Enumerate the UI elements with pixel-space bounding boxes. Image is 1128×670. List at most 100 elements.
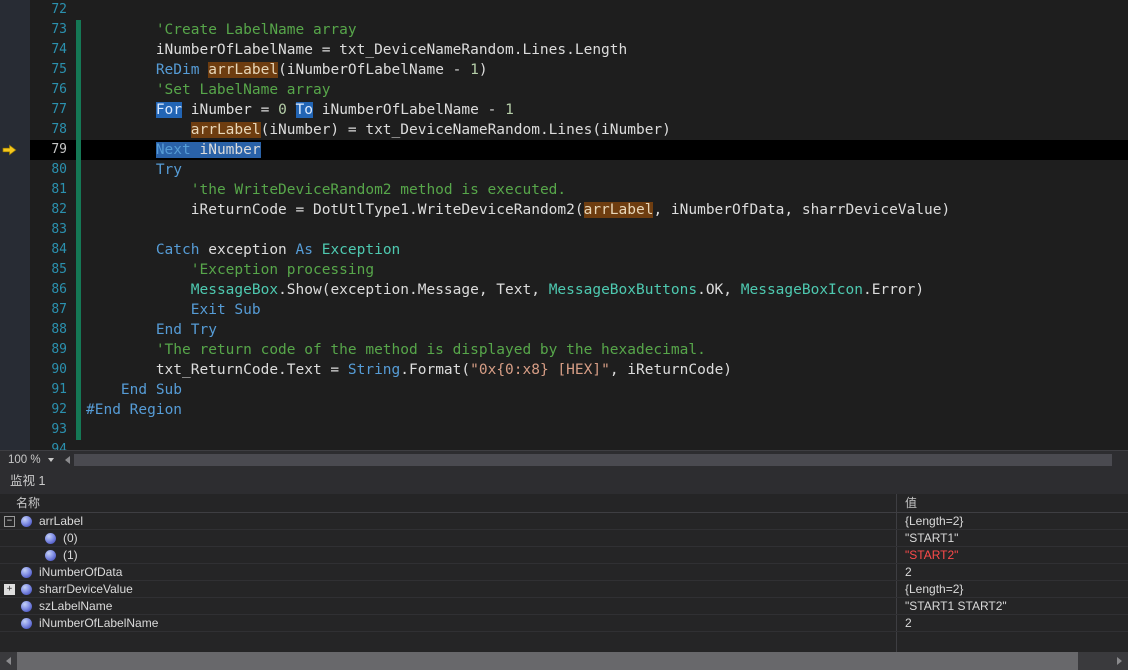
column-header-name[interactable]: 名称 — [0, 494, 897, 512]
code-token: Next — [156, 142, 191, 158]
watch-row[interactable]: iNumberOfData2 — [0, 564, 1128, 581]
watch-hscroll-track[interactable] — [17, 652, 1111, 670]
watch-value[interactable]: {Length=2} — [897, 513, 1128, 529]
code-line-92: 92#End Region — [0, 400, 1128, 420]
watch-scroll-right-button[interactable] — [1111, 652, 1128, 670]
code-token: .OK, — [697, 282, 741, 298]
code-text[interactable]: Try — [81, 160, 1128, 180]
breakpoint-margin[interactable] — [0, 80, 30, 100]
code-text[interactable] — [81, 420, 1128, 440]
watch-name: (0) — [63, 531, 78, 545]
scroll-left-button[interactable] — [60, 451, 74, 468]
code-text[interactable]: Catch exception As Exception — [81, 240, 1128, 260]
watch-name-cell[interactable]: +sharrDeviceValue — [0, 581, 897, 597]
breakpoint-margin[interactable] — [0, 160, 30, 180]
watch-hscroll-thumb[interactable] — [17, 652, 1078, 670]
code-line-91: 91End Sub — [0, 380, 1128, 400]
code-line-81: 81'the WriteDeviceRandom2 method is exec… — [0, 180, 1128, 200]
code-text[interactable]: For iNumber = 0 To iNumberOfLabelName - … — [81, 100, 1128, 120]
watch-row[interactable]: szLabelName"START1 START2" — [0, 598, 1128, 615]
code-text[interactable]: End Try — [81, 320, 1128, 340]
expand-icon[interactable]: + — [4, 584, 15, 595]
code-editor: 7273'Create LabelName array74iNumberOfLa… — [0, 0, 1128, 450]
breakpoint-margin[interactable] — [0, 320, 30, 340]
code-text[interactable]: iReturnCode = DotUtlType1.WriteDeviceRan… — [81, 200, 1128, 220]
editor-hscroll-thumb[interactable] — [74, 454, 1112, 466]
breakpoint-margin[interactable] — [0, 260, 30, 280]
code-text[interactable]: arrLabel(iNumber) = txt_DeviceNameRandom… — [81, 120, 1128, 140]
watch-value[interactable]: 2 — [897, 564, 1128, 580]
breakpoint-margin[interactable] — [0, 100, 30, 120]
code-text[interactable]: 'Set LabelName array — [81, 80, 1128, 100]
code-token: , iReturnCode) — [610, 362, 732, 378]
code-text[interactable]: MessageBox.Show(exception.Message, Text,… — [81, 280, 1128, 300]
zoom-control[interactable]: 100 % — [0, 451, 60, 468]
watch-row[interactable]: −arrLabel{Length=2} — [0, 513, 1128, 530]
breakpoint-margin[interactable] — [0, 0, 30, 20]
code-text[interactable]: End Sub — [81, 380, 1128, 400]
code-text[interactable] — [81, 220, 1128, 240]
breakpoint-margin[interactable] — [0, 360, 30, 380]
breakpoint-margin[interactable] — [0, 20, 30, 40]
column-header-value[interactable]: 值 — [897, 494, 1128, 512]
breakpoint-margin[interactable] — [0, 120, 30, 140]
code-text[interactable]: 'The return code of the method is displa… — [81, 340, 1128, 360]
breakpoint-margin[interactable] — [0, 60, 30, 80]
editor-hscrollbar[interactable] — [60, 451, 1128, 468]
breakpoint-margin[interactable] — [0, 280, 30, 300]
code-text[interactable]: txt_ReturnCode.Text = String.Format("0x{… — [81, 360, 1128, 380]
watch-name-cell[interactable]: szLabelName — [0, 598, 897, 614]
code-token: Exception — [322, 242, 401, 258]
breakpoint-margin[interactable] — [0, 140, 30, 160]
code-token: 'The return code of the method is displa… — [156, 342, 706, 358]
watch-row[interactable]: +sharrDeviceValue{Length=2} — [0, 581, 1128, 598]
breakpoint-margin[interactable] — [0, 440, 30, 450]
watch-name-cell[interactable]: −arrLabel — [0, 513, 897, 529]
breakpoint-margin[interactable] — [0, 40, 30, 60]
code-text[interactable]: 'Create LabelName array — [81, 20, 1128, 40]
breakpoint-margin[interactable] — [0, 240, 30, 260]
watch-value[interactable]: "START1" — [897, 530, 1128, 546]
watch-name-cell[interactable]: iNumberOfLabelName — [0, 615, 897, 631]
breakpoint-margin[interactable] — [0, 420, 30, 440]
watch-row[interactable]: (1) "START2" — [0, 547, 1128, 564]
code-text[interactable]: 'Exception processing — [81, 260, 1128, 280]
watch-value[interactable]: 2 — [897, 615, 1128, 631]
watch-scroll-left-button[interactable] — [0, 652, 17, 670]
watch-row[interactable]: iNumberOfLabelName2 — [0, 615, 1128, 632]
code-text[interactable]: #End Region — [81, 400, 1128, 420]
code-line-85: 85'Exception processing — [0, 260, 1128, 280]
watch-value[interactable]: "START1 START2" — [897, 598, 1128, 614]
watch-value[interactable]: "START2" — [897, 547, 1128, 563]
code-token: , iNumberOfData, sharrDeviceValue) — [653, 202, 950, 218]
watch-name-cell[interactable]: (1) — [0, 547, 897, 563]
line-number: 89 — [30, 340, 76, 360]
breakpoint-margin[interactable] — [0, 380, 30, 400]
code-token: End Try — [156, 322, 217, 338]
editor-hscroll-track[interactable] — [74, 451, 1128, 468]
code-text[interactable]: 'the WriteDeviceRandom2 method is execut… — [81, 180, 1128, 200]
breakpoint-margin[interactable] — [0, 340, 30, 360]
code-line-73: 73'Create LabelName array — [0, 20, 1128, 40]
breakpoint-margin[interactable] — [0, 180, 30, 200]
code-text[interactable]: ReDim arrLabel(iNumberOfLabelName - 1) — [81, 60, 1128, 80]
breakpoint-margin[interactable] — [0, 300, 30, 320]
code-text[interactable]: iNumberOfLabelName = txt_DeviceNameRando… — [81, 40, 1128, 60]
code-text[interactable] — [81, 0, 1128, 20]
watch-name-cell[interactable]: iNumberOfData — [0, 564, 897, 580]
breakpoint-margin[interactable] — [0, 220, 30, 240]
watch-name-cell[interactable]: (0) — [0, 530, 897, 546]
code-text[interactable]: Exit Sub — [81, 300, 1128, 320]
collapse-icon[interactable]: − — [4, 516, 15, 527]
watch-row[interactable]: (0) "START1" — [0, 530, 1128, 547]
watch-empty-name-column[interactable] — [0, 632, 897, 652]
code-text[interactable] — [81, 440, 1128, 450]
code-line-80: 80Try — [0, 160, 1128, 180]
watch-hscrollbar[interactable] — [0, 652, 1128, 670]
code-text[interactable]: Next iNumber — [81, 140, 1128, 160]
watch-name: (1) — [63, 548, 78, 562]
breakpoint-margin[interactable] — [0, 200, 30, 220]
watch-value[interactable]: {Length=2} — [897, 581, 1128, 597]
breakpoint-margin[interactable] — [0, 400, 30, 420]
chevron-down-icon — [48, 458, 54, 462]
